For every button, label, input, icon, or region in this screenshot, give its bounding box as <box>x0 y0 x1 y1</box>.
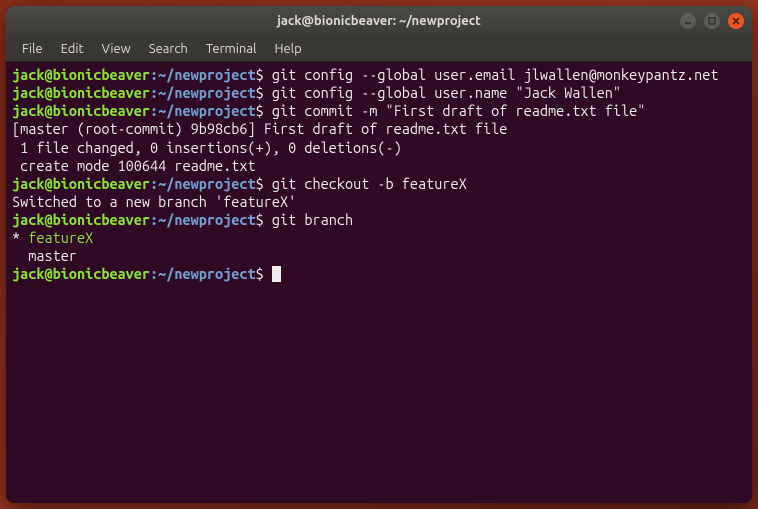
cursor-block <box>272 266 281 282</box>
menu-help[interactable]: Help <box>266 39 309 59</box>
window-title: jack@bionicbeaver: ~/newproject <box>277 14 480 28</box>
menu-search[interactable]: Search <box>141 39 196 59</box>
terminal-window: jack@bionicbeaver: ~/newproject File Edi… <box>6 6 752 503</box>
terminal-line: jack@bionicbeaver:~/newproject$ git comm… <box>12 102 746 120</box>
command-text: git branch <box>264 211 353 228</box>
prompt-path: ~/newproject <box>158 265 255 282</box>
close-icon <box>732 17 740 25</box>
branch-marker: * <box>12 229 28 246</box>
terminal-line: jack@bionicbeaver:~/newproject$ git conf… <box>12 84 746 102</box>
prompt-user: jack@bionicbeaver <box>12 102 150 119</box>
terminal-output: 1 file changed, 0 insertions(+), 0 delet… <box>12 139 746 157</box>
command-text <box>264 265 272 282</box>
command-text: git commit -m "First draft of readme.txt… <box>264 102 646 119</box>
terminal-output: master <box>12 247 746 265</box>
terminal-output: * featureX <box>12 229 746 247</box>
prompt-user: jack@bionicbeaver <box>12 211 150 228</box>
prompt-dollar: $ <box>256 102 264 119</box>
terminal-line: jack@bionicbeaver:~/newproject$ git bran… <box>12 211 746 229</box>
prompt-sep: : <box>150 102 158 119</box>
prompt-user: jack@bionicbeaver <box>12 66 150 83</box>
minimize-button[interactable] <box>680 13 696 29</box>
prompt-sep: : <box>150 66 158 83</box>
prompt-sep: : <box>150 175 158 192</box>
menu-file[interactable]: File <box>14 39 51 59</box>
prompt-user: jack@bionicbeaver <box>12 84 150 101</box>
minimize-icon <box>684 17 692 25</box>
prompt-user: jack@bionicbeaver <box>12 265 150 282</box>
command-text: git checkout -b featureX <box>264 175 467 192</box>
prompt-path: ~/newproject <box>158 84 255 101</box>
command-text: git config --global user.email jlwallen@… <box>264 66 719 83</box>
prompt-path: ~/newproject <box>158 211 255 228</box>
window-controls <box>680 13 744 29</box>
prompt-sep: : <box>150 265 158 282</box>
terminal-output: Switched to a new branch 'featureX' <box>12 193 746 211</box>
close-button[interactable] <box>728 13 744 29</box>
prompt-sep: : <box>150 211 158 228</box>
command-text: git config --global user.name "Jack Wall… <box>264 84 621 101</box>
terminal-body[interactable]: jack@bionicbeaver:~/newproject$ git conf… <box>6 62 752 503</box>
active-branch: featureX <box>28 229 93 246</box>
terminal-line: jack@bionicbeaver:~/newproject$ git conf… <box>12 66 746 84</box>
terminal-line: jack@bionicbeaver:~/newproject$ <box>12 265 746 283</box>
terminal-output: [master (root-commit) 9b98cb6] First dra… <box>12 120 746 138</box>
prompt-dollar: $ <box>256 84 264 101</box>
prompt-sep: : <box>150 84 158 101</box>
prompt-path: ~/newproject <box>158 102 255 119</box>
prompt-dollar: $ <box>256 175 264 192</box>
menubar: File Edit View Search Terminal Help <box>6 36 752 62</box>
maximize-button[interactable] <box>704 13 720 29</box>
menu-edit[interactable]: Edit <box>53 39 92 59</box>
terminal-line: jack@bionicbeaver:~/newproject$ git chec… <box>12 175 746 193</box>
menu-terminal[interactable]: Terminal <box>198 39 265 59</box>
prompt-user: jack@bionicbeaver <box>12 175 150 192</box>
terminal-output: create mode 100644 readme.txt <box>12 157 746 175</box>
menu-view[interactable]: View <box>94 39 139 59</box>
prompt-path: ~/newproject <box>158 175 255 192</box>
titlebar[interactable]: jack@bionicbeaver: ~/newproject <box>6 6 752 36</box>
prompt-dollar: $ <box>256 265 264 282</box>
maximize-icon <box>708 17 716 25</box>
prompt-path: ~/newproject <box>158 66 255 83</box>
prompt-dollar: $ <box>256 66 264 83</box>
prompt-dollar: $ <box>256 211 264 228</box>
